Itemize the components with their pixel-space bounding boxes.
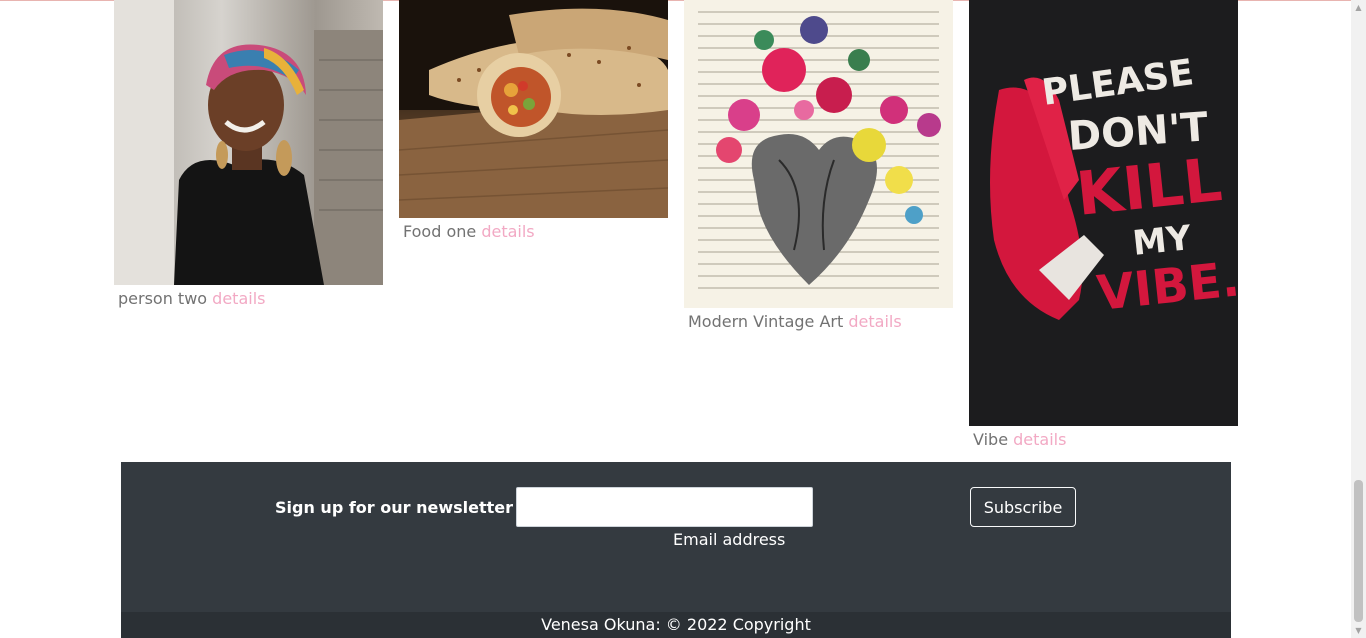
- modern-vintage-art-title: Modern Vintage Art: [688, 312, 844, 331]
- food-one-title: Food one: [403, 222, 477, 241]
- page-scrollbar[interactable]: ▲ ▼: [1351, 0, 1366, 638]
- food-one-details-link[interactable]: details: [481, 222, 534, 241]
- scrollbar-thumb[interactable]: [1354, 480, 1363, 622]
- gallery-card-person-two: person two details: [114, 0, 383, 310]
- person-two-title: person two: [118, 289, 208, 308]
- newsletter-section: Sign up for our newsletter Email address…: [121, 462, 1231, 612]
- scroll-down-icon[interactable]: ▼: [1351, 623, 1366, 638]
- gallery-card-modern-vintage-art: Modern Vintage Art details: [684, 0, 953, 340]
- modern-vintage-art-details-link[interactable]: details: [848, 312, 901, 331]
- email-input[interactable]: [516, 487, 813, 527]
- vibe-caption: Vibe details: [973, 430, 1066, 449]
- gallery-card-vibe: PLEASE DON'T KILL MY VIBE. Vibe details: [969, 0, 1238, 455]
- copyright-bar: Venesa Okuna: © 2022 Copyright: [121, 612, 1231, 638]
- food-one-image[interactable]: [399, 0, 668, 218]
- person-two-details-link[interactable]: details: [212, 289, 265, 308]
- newsletter-label: Sign up for our newsletter: [275, 498, 514, 517]
- modern-vintage-art-caption: Modern Vintage Art details: [688, 312, 902, 331]
- food-one-caption: Food one details: [403, 222, 535, 241]
- gallery-card-food-one: Food one details: [399, 0, 668, 245]
- person-two-caption: person two details: [118, 289, 265, 308]
- modern-vintage-art-image[interactable]: [684, 0, 953, 308]
- vibe-image[interactable]: PLEASE DON'T KILL MY VIBE.: [969, 0, 1238, 426]
- scroll-up-icon[interactable]: ▲: [1351, 0, 1366, 15]
- vibe-details-link[interactable]: details: [1013, 430, 1066, 449]
- email-help-text: Email address: [673, 530, 786, 549]
- vibe-title: Vibe: [973, 430, 1009, 449]
- person-two-image[interactable]: [114, 0, 383, 285]
- subscribe-button[interactable]: Subscribe: [970, 487, 1076, 527]
